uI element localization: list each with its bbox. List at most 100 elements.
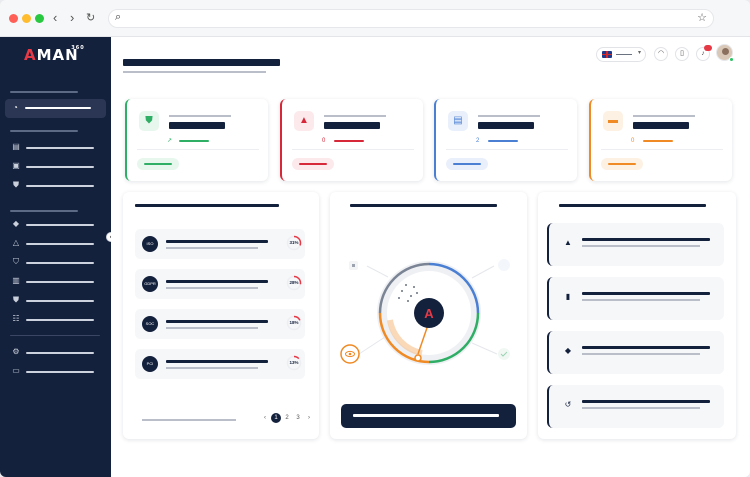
pagination-page-2[interactable]: 2: [282, 413, 292, 423]
list-item[interactable]: SOC 18%: [135, 309, 305, 339]
diamond-icon: ◆: [12, 219, 20, 228]
feature-subtitle: [582, 407, 700, 409]
pagination-page-3[interactable]: 3: [293, 413, 303, 423]
pagination-next-button[interactable]: ›: [304, 413, 314, 423]
stat-card[interactable]: ▤ 2: [434, 99, 577, 181]
stat-link-pill[interactable]: [601, 158, 643, 170]
headset-icon[interactable]: ◠: [654, 47, 668, 61]
back-icon[interactable]: ‹: [53, 10, 57, 26]
sidebar-item-organization[interactable]: ▥: [8, 275, 104, 289]
feature-title: [582, 346, 710, 349]
folder-icon: ▬: [603, 111, 623, 131]
list-item-title: [166, 320, 268, 323]
main-content: ▾ ◠ ▯ ♪ ⛊ ↗ ▲ 0 ▤ 2 ▬ 0 ISO 31% GDPR 28% SOC 18% PCI 1…: [111, 37, 750, 477]
stat-label: [478, 115, 540, 117]
dashboard-icon: ◔: [13, 103, 18, 112]
pagination: ‹ 1 2 3 ›: [260, 413, 315, 423]
card-divider: [137, 149, 259, 150]
stat-label: [169, 115, 231, 117]
shield-icon: ⛊: [13, 180, 19, 189]
feature-item[interactable]: ▮: [547, 277, 724, 320]
list-item-title: [166, 360, 268, 363]
feature-item[interactable]: ◆: [547, 331, 724, 374]
progress-percent: 13%: [289, 360, 299, 365]
forward-icon[interactable]: ›: [70, 10, 74, 26]
warning-icon: △: [12, 238, 20, 247]
clipboard-icon: ▤: [448, 111, 468, 131]
list-item-title: [166, 280, 268, 283]
stat-label: [633, 115, 695, 117]
list-item-avatar: GDPR: [142, 276, 158, 292]
feature-title: [582, 400, 710, 403]
progress-percent: 28%: [289, 280, 299, 285]
sidebar: AMAN 360 ◔ ▤ ▣ ⛊ ◆ △ ⛉ ▥ ⛊ ☷ ⚙ ▭: [0, 37, 111, 477]
sidebar-item-documents[interactable]: ▤: [8, 141, 104, 155]
list-item[interactable]: PCI 13%: [135, 349, 305, 379]
file-icon: ▤: [12, 142, 20, 151]
pagination-prev-button[interactable]: ‹: [260, 413, 270, 423]
sidebar-item-support[interactable]: ▭: [8, 365, 104, 379]
close-window-dot[interactable]: [9, 14, 18, 23]
search-icon: ⌕: [115, 11, 122, 23]
sidebar-item-risks[interactable]: △: [8, 237, 104, 251]
sidebar-item-checklists[interactable]: ☷: [8, 313, 104, 327]
book-icon[interactable]: ▯: [675, 47, 689, 61]
list-item-subtitle: [166, 247, 258, 249]
language-selector[interactable]: ▾: [596, 47, 646, 62]
online-status-dot: [729, 57, 734, 62]
sidebar-section-label: [10, 130, 78, 132]
stat-trend-text: [488, 140, 518, 142]
list-item-avatar: ISO: [142, 236, 158, 252]
feature-title: [582, 238, 710, 241]
sidebar-item-settings[interactable]: ⚙: [8, 346, 104, 360]
feature-item[interactable]: ▲: [547, 223, 724, 266]
feature-subtitle: [582, 245, 700, 247]
stat-trend-text: [334, 140, 364, 142]
feature-item[interactable]: ↺: [547, 385, 724, 428]
list-item[interactable]: GDPR 28%: [135, 269, 305, 299]
card-divider: [601, 149, 723, 150]
sidebar-item-assets[interactable]: ◆: [8, 218, 104, 232]
primary-action-button[interactable]: [341, 404, 516, 428]
warning-icon: ▲: [294, 111, 314, 131]
list-item[interactable]: ISO 31%: [135, 229, 305, 259]
uk-flag-icon: [602, 51, 612, 58]
progress-percent: 18%: [289, 320, 299, 325]
history-icon: ↺: [564, 400, 572, 409]
list-item-title: [166, 240, 268, 243]
shield-check-icon: ⛉: [13, 257, 19, 266]
features-panel: ▲ ▮ ◆ ↺: [538, 192, 736, 439]
reload-icon[interactable]: ↻: [86, 10, 95, 26]
sidebar-item-tasks[interactable]: ▣: [8, 160, 104, 174]
sidebar-item-controls[interactable]: ⛉: [8, 256, 104, 270]
sidebar-section-label: [10, 91, 78, 93]
hub-diagram: A: [340, 259, 510, 365]
stat-card[interactable]: ▲ 0: [280, 99, 423, 181]
bookmark-star-icon[interactable]: ☆: [697, 11, 707, 24]
hub-dots: [398, 284, 418, 302]
card-divider: [292, 149, 414, 150]
feature-subtitle: [582, 353, 700, 355]
list-item-subtitle: [166, 327, 258, 329]
app-logo[interactable]: AMAN 360: [24, 45, 84, 64]
sidebar-item-dashboard[interactable]: ◔: [5, 99, 106, 118]
sidebar-item-compliance[interactable]: ⛊: [8, 294, 104, 308]
overview-panel: A: [330, 192, 527, 439]
minimize-window-dot[interactable]: [22, 14, 31, 23]
stat-value: [324, 122, 380, 129]
maximize-window-dot[interactable]: [35, 14, 44, 23]
stat-trend-text: [643, 140, 673, 142]
address-bar[interactable]: ⌕ ☆: [108, 9, 714, 28]
stat-value: [169, 122, 225, 129]
stat-card[interactable]: ▬ 0: [589, 99, 732, 181]
stat-link-pill[interactable]: [292, 158, 334, 170]
list-item-avatar: PCI: [142, 356, 158, 372]
pagination-page-1[interactable]: 1: [271, 413, 281, 423]
stat-link-pill[interactable]: [137, 158, 179, 170]
sidebar-item-security[interactable]: ⛊: [8, 179, 104, 193]
stat-link-pill[interactable]: [446, 158, 488, 170]
shield-icon: ⛊: [13, 295, 19, 304]
gear-icon: ⚙: [12, 347, 20, 356]
panel-title: [559, 204, 706, 207]
stat-card[interactable]: ⛊ ↗: [125, 99, 268, 181]
